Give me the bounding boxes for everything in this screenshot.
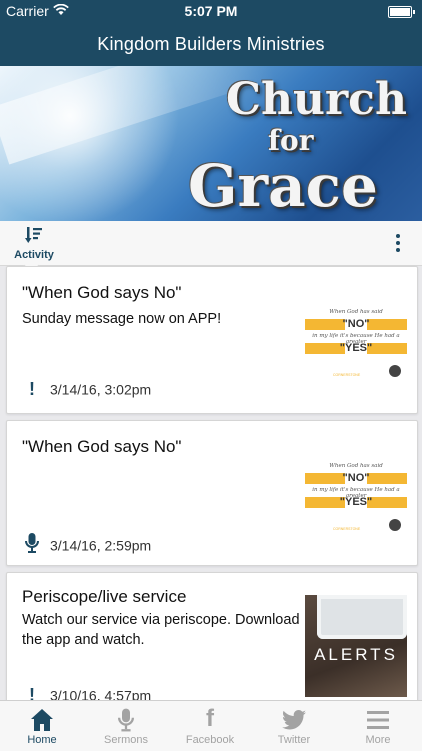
logo-icon	[389, 365, 401, 377]
alert-icon: !	[29, 379, 35, 399]
bottom-tab-bar: Home Sermons f Facebook Twitter More	[0, 700, 422, 751]
tab-twitter-label: Twitter	[277, 734, 311, 746]
twitter-icon	[252, 704, 336, 734]
header-banner: Church for Grace	[0, 66, 422, 221]
thumb-caption-top: When God has said	[329, 463, 383, 469]
list-item[interactable]: "When God says No" When God has said "NO…	[6, 420, 418, 566]
thumb-footer: CORNERSTONE	[333, 527, 361, 531]
status-time: 5:07 PM	[184, 3, 238, 19]
tab-activity[interactable]: Activity	[12, 227, 56, 261]
thumb-no: "NO"	[342, 318, 370, 330]
item-title: "When God says No"	[22, 283, 182, 302]
tablet-image	[317, 595, 407, 639]
home-icon	[0, 704, 84, 734]
item-thumbnail: When God has said "NO" in my life it's b…	[305, 457, 407, 537]
thumb-alerts-label: ALERTS	[314, 645, 398, 664]
logo-icon	[389, 519, 401, 531]
tab-twitter[interactable]: Twitter	[252, 701, 336, 751]
banner-text-church: Church	[226, 74, 407, 125]
tab-home[interactable]: Home	[0, 701, 84, 751]
item-title: "When God says No"	[22, 437, 182, 456]
activity-bar: Activity	[0, 221, 422, 266]
status-bar: Carrier 5:07 PM	[0, 0, 422, 22]
list-item[interactable]: Periscope/live service Watch our service…	[6, 572, 418, 714]
facebook-icon: f	[206, 705, 214, 732]
microphone-icon	[84, 704, 168, 734]
thumb-yes: "YES"	[339, 496, 373, 508]
item-body: Sunday message now on APP!	[22, 311, 222, 327]
tab-home-label: Home	[27, 734, 57, 746]
tab-facebook[interactable]: f Facebook	[168, 701, 252, 751]
item-thumbnail: When God has said "NO" in my life it's b…	[305, 303, 407, 383]
item-body: Watch our service via periscope. Downloa…	[22, 612, 300, 648]
tab-facebook-label: Facebook	[185, 734, 235, 746]
item-thumbnail: ALERTS	[305, 595, 407, 697]
menu-icon	[336, 704, 420, 734]
tab-activity-label: Activity	[14, 249, 54, 261]
sort-icon	[25, 227, 43, 247]
thumb-footer: CORNERSTONE	[333, 373, 361, 377]
item-timestamp: 3/14/16, 3:02pm	[50, 381, 152, 398]
item-timestamp: 3/14/16, 2:59pm	[50, 537, 152, 554]
microphone-icon	[22, 533, 42, 558]
banner-text-grace: Grace	[188, 152, 378, 220]
tab-more-label: More	[365, 734, 391, 746]
top-bar: Carrier 5:07 PM Kingdom Builders Ministr…	[0, 0, 422, 66]
thumb-yes: "YES"	[339, 342, 373, 354]
battery-icon	[388, 6, 415, 18]
more-vertical-icon[interactable]	[396, 234, 400, 255]
item-title: Periscope/live service	[22, 587, 187, 606]
item-meta: ! 3/14/16, 3:02pm	[22, 379, 151, 400]
list-item[interactable]: "When God says No" Sunday message now on…	[6, 266, 418, 414]
page-title: Kingdom Builders Ministries	[97, 34, 325, 54]
thumb-caption-top: When God has said	[329, 309, 383, 315]
tab-sermons-label: Sermons	[103, 734, 149, 746]
item-meta: 3/14/16, 2:59pm	[22, 533, 151, 558]
thumb-no: "NO"	[342, 472, 370, 484]
tab-sermons[interactable]: Sermons	[84, 701, 168, 751]
tab-more[interactable]: More	[336, 701, 420, 751]
